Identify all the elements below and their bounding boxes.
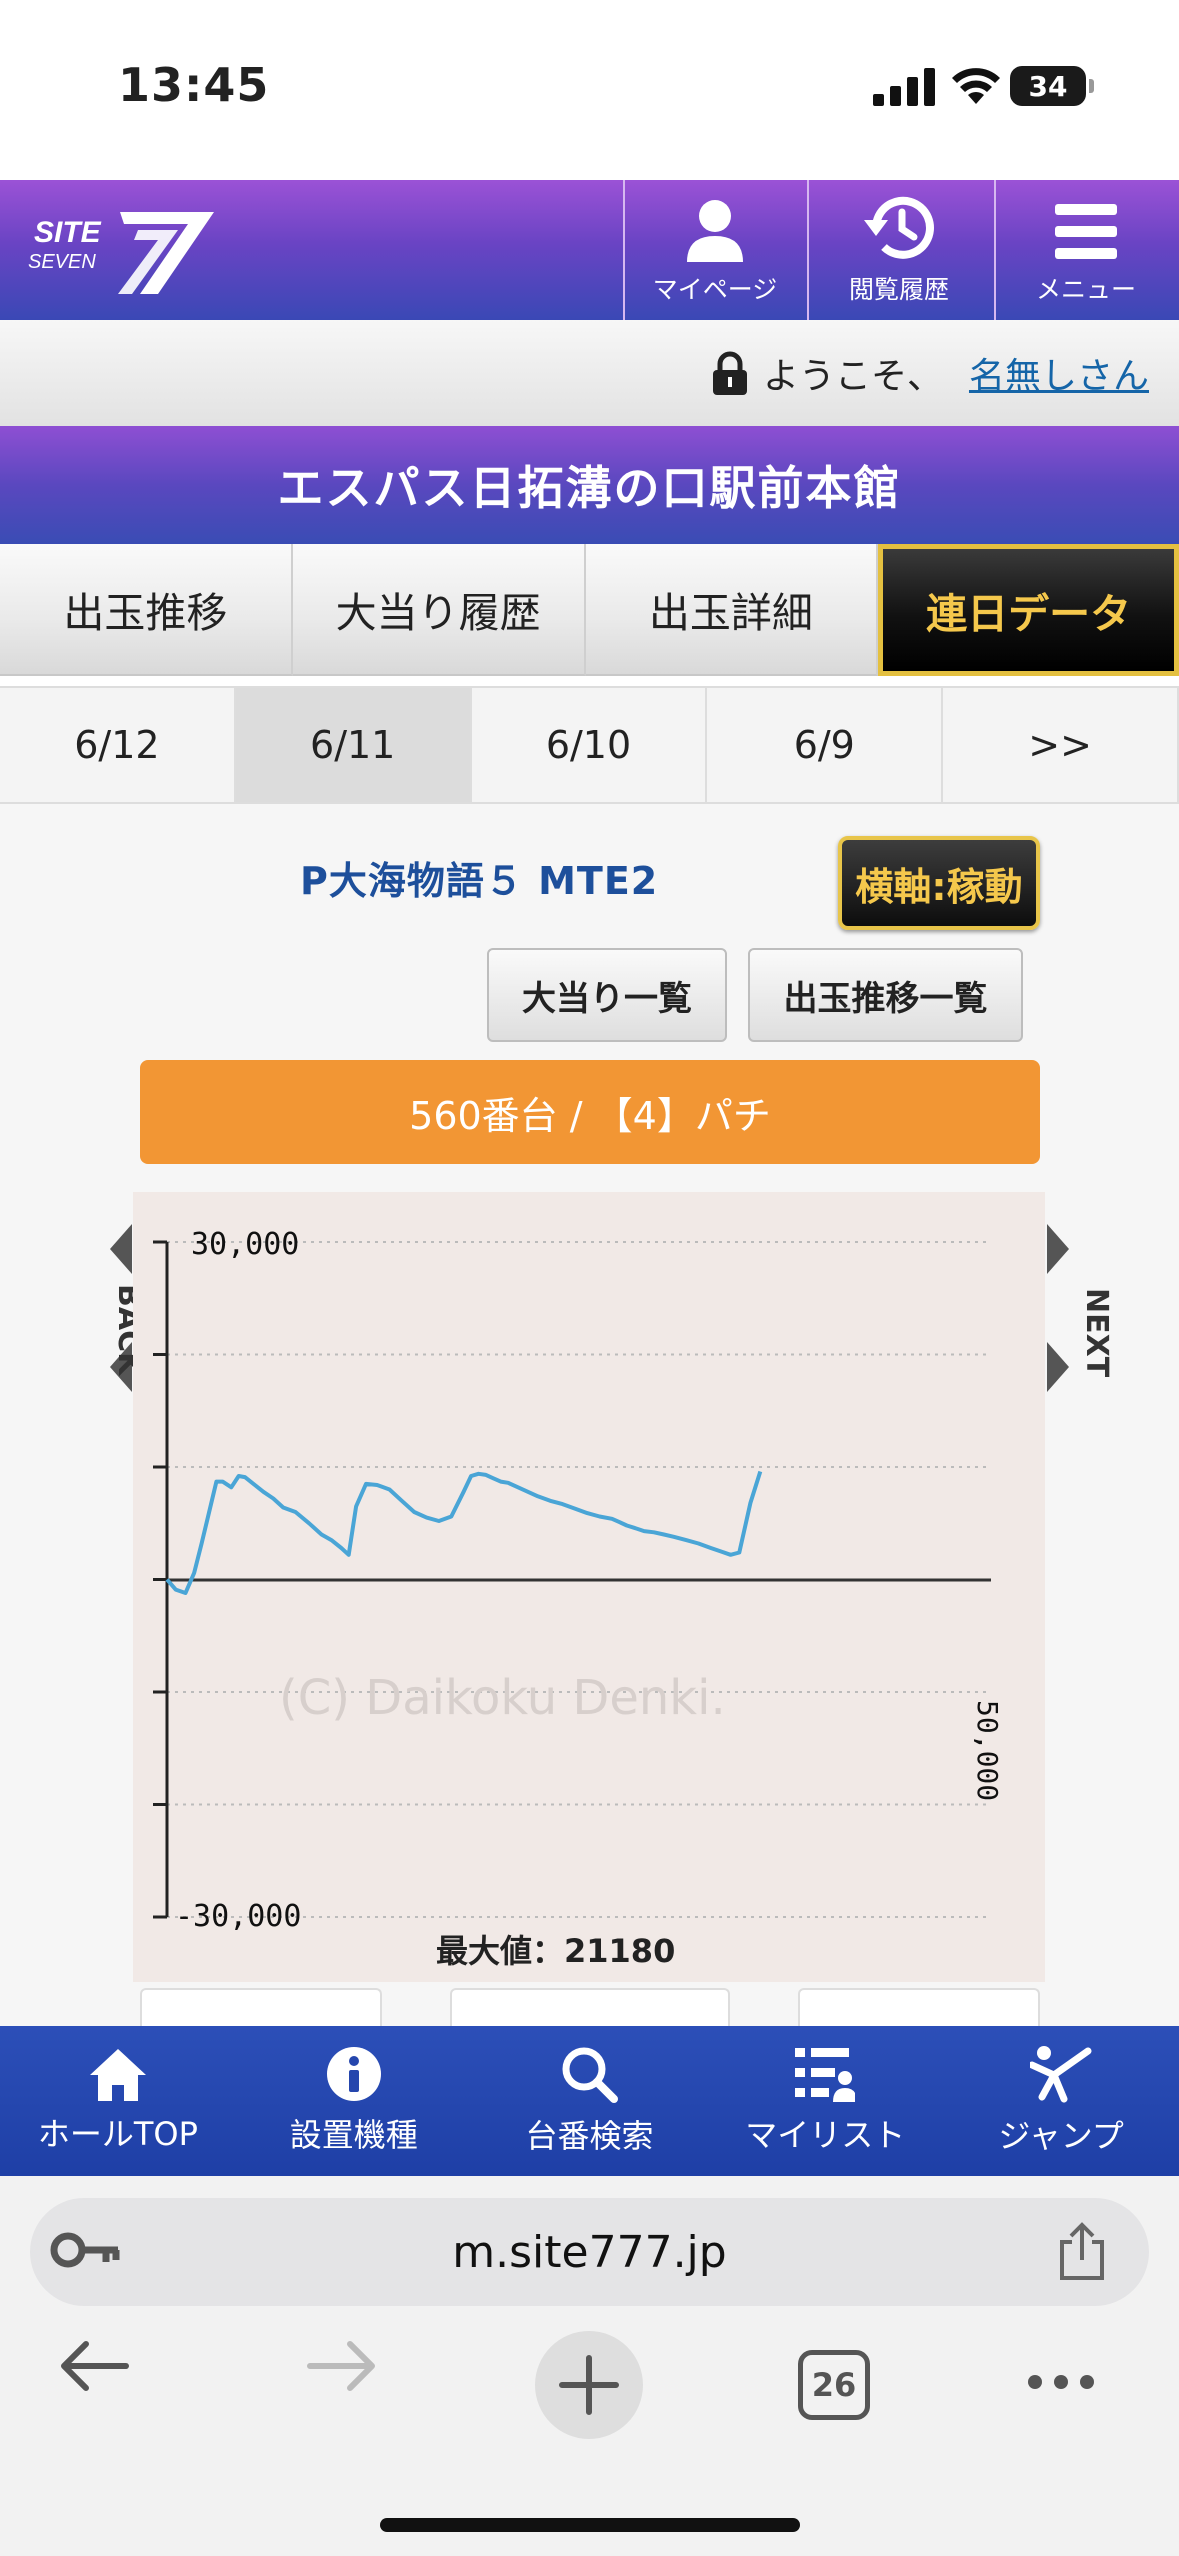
- url-text: m.site777.jp: [452, 2226, 727, 2278]
- payout-chart: 30,000 -30,000 50,000 (C) Daikoku Denki.…: [133, 1192, 1045, 1982]
- date-tab[interactable]: 6/12: [0, 688, 236, 802]
- chart-footer-tab[interactable]: [450, 1988, 730, 2028]
- username-link[interactable]: 名無しさん: [969, 347, 1149, 399]
- more-icon[interactable]: [1026, 2372, 1096, 2392]
- date-tab[interactable]: 6/10: [471, 688, 708, 802]
- unit-info-bar: 560番台 / 【4】パチ: [140, 1060, 1040, 1164]
- mypage-label: マイページ: [652, 275, 778, 304]
- clock: 13:45: [118, 58, 270, 112]
- history-button[interactable]: 閲覧履歴: [807, 180, 989, 320]
- history-label: 閲覧履歴: [848, 275, 949, 304]
- back-icon[interactable]: [58, 2336, 130, 2396]
- list-icon: [795, 2048, 856, 2102]
- info-icon: [326, 2047, 381, 2101]
- site-header: SITE SEVEN マイページ 閲覧履歴 メニュー: [0, 180, 1179, 320]
- search-icon: [562, 2047, 619, 2103]
- bottom-nav: ホールTOP 設置機種 台番検索 マイリスト ジャンプ: [0, 2026, 1179, 2176]
- date-tab-selected[interactable]: 6/11: [235, 688, 472, 802]
- date-tab[interactable]: 6/9: [707, 688, 944, 802]
- nav-search-label: 台番検索: [525, 2117, 654, 2155]
- welcome-text: ようこそ、: [762, 356, 943, 397]
- cellular-signal-icon: [873, 68, 935, 106]
- key-icon: [50, 2232, 120, 2268]
- nav-hall-top-label: ホールTOP: [37, 2115, 198, 2153]
- x-end-label: 50,000: [971, 1700, 1004, 1801]
- nav-mylist-label: マイリスト: [745, 2116, 906, 2154]
- nav-machines[interactable]: 設置機種: [236, 2026, 472, 2176]
- nav-machines-label: 設置機種: [289, 2116, 418, 2154]
- forward-icon[interactable]: [306, 2336, 378, 2396]
- nav-mylist[interactable]: マイリスト: [707, 2026, 943, 2176]
- home-icon: [89, 2049, 146, 2101]
- back-label[interactable]: BACK: [36, 1284, 146, 1375]
- machine-name: P大海物語５ MTE2: [300, 859, 659, 903]
- payout-list-button[interactable]: 出玉推移一覧: [748, 948, 1023, 1042]
- tabs-count-button[interactable]: 26: [798, 2350, 870, 2420]
- main-content: P大海物語５ MTE2 横軸:稼動 大当り一覧 出玉推移一覧 560番台 / 【…: [0, 804, 1179, 2028]
- address-bar[interactable]: m.site777.jp: [30, 2198, 1149, 2306]
- tab-daily-data[interactable]: 連日データ: [878, 544, 1179, 676]
- date-more-button[interactable]: >>: [943, 688, 1179, 802]
- chart-footer-tab[interactable]: [140, 1988, 382, 2028]
- mypage-button[interactable]: マイページ: [623, 180, 805, 320]
- site-seven-logo[interactable]: SITE SEVEN: [28, 202, 218, 298]
- tab-jackpot-history[interactable]: 大当り履歴: [292, 544, 586, 676]
- lock-icon: [712, 351, 747, 395]
- welcome-bar: ようこそ、 名無しさん: [0, 320, 1179, 426]
- ytick-top: 30,000: [191, 1227, 299, 1262]
- new-tab-icon[interactable]: [534, 2330, 644, 2440]
- home-indicator: [380, 2518, 800, 2532]
- jackpot-list-button[interactable]: 大当り一覧: [487, 948, 727, 1042]
- hall-title: エスパス日拓溝の口駅前本館: [0, 426, 1179, 544]
- jump-icon: [1030, 2046, 1092, 2103]
- status-bar: 13:45 34: [0, 0, 1179, 180]
- svg-text:SITE: SITE: [34, 216, 102, 249]
- share-icon[interactable]: [1057, 2222, 1107, 2280]
- watermark: (C) Daikoku Denki.: [279, 1670, 726, 1726]
- chart-footer-tab[interactable]: [798, 1988, 1040, 2028]
- wifi-icon: [952, 68, 1000, 104]
- axis-toggle-button[interactable]: 横軸:稼動: [838, 836, 1040, 930]
- menu-button[interactable]: メニュー: [994, 180, 1176, 320]
- series-line: [165, 1470, 763, 1595]
- nav-hall-top[interactable]: ホールTOP: [0, 2026, 236, 2176]
- max-value-label: 最大値：21180: [436, 1932, 675, 1970]
- history-icon: [864, 196, 934, 259]
- tab-payout-detail[interactable]: 出玉詳細: [585, 544, 879, 676]
- ytick-bottom: -30,000: [175, 1899, 301, 1934]
- nav-jump[interactable]: ジャンプ: [943, 2026, 1179, 2176]
- browser-chrome: m.site777.jp 26: [0, 2176, 1179, 2556]
- svg-text:SEVEN: SEVEN: [28, 251, 96, 273]
- nav-search[interactable]: 台番検索: [472, 2026, 708, 2176]
- tab-payout-transition[interactable]: 出玉推移: [0, 544, 293, 676]
- person-icon: [687, 200, 743, 262]
- menu-icon: [1055, 204, 1117, 259]
- y-ticks: [153, 1240, 167, 1919]
- menu-label: メニュー: [1035, 275, 1136, 304]
- date-selector: 6/12 6/11 6/10 6/9 >>: [0, 686, 1179, 804]
- nav-jump-label: ジャンプ: [998, 2117, 1124, 2155]
- data-tabs: 出玉推移 大当り履歴 出玉詳細 連日データ: [0, 544, 1179, 676]
- battery-indicator: 34: [1010, 66, 1094, 106]
